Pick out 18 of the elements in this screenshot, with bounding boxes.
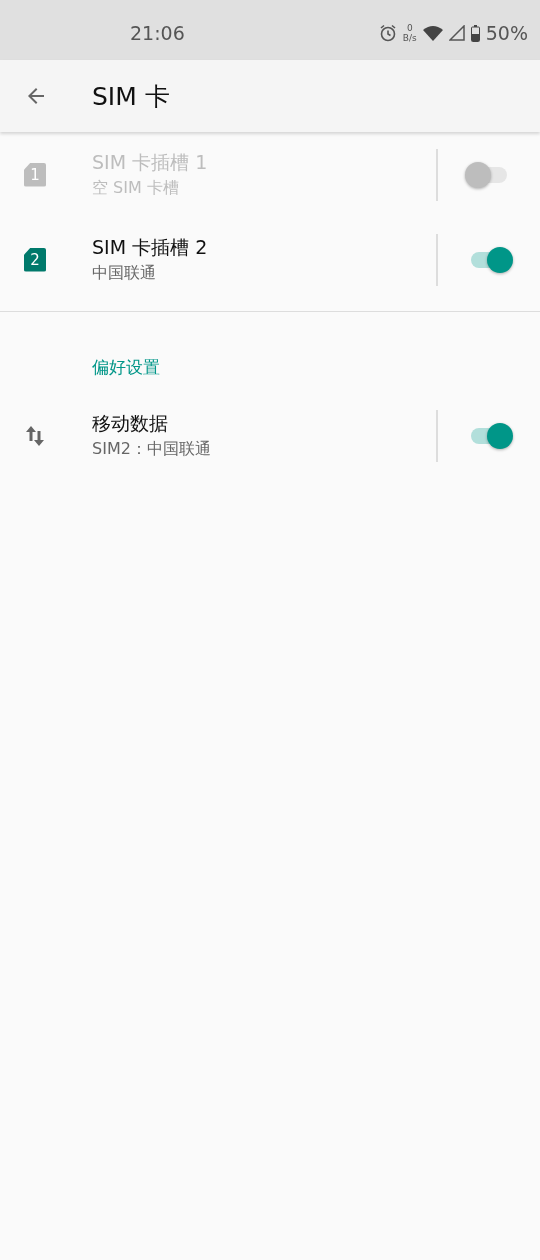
net-speed-value: 0 (406, 23, 413, 33)
status-time: 21:06 (130, 22, 185, 44)
item-subtitle: SIM2：中国联通 (92, 439, 212, 460)
item-subtitle: 空 SIM 卡槽 (92, 178, 180, 199)
sim-card-icon: 2 (24, 247, 46, 272)
alarm-icon (378, 24, 397, 42)
item-title: 移动数据 (92, 411, 169, 436)
item-subtitle: 中国联通 (92, 263, 157, 284)
page-title: SIM 卡 (92, 80, 170, 113)
sim-card-icon: 1 (24, 162, 46, 187)
net-speed-unit: B/s (402, 33, 417, 43)
battery-icon (470, 24, 480, 42)
battery-percent: 50% (485, 22, 528, 44)
section-header: 偏好设置 (91, 356, 161, 379)
wifi-icon (422, 25, 443, 41)
item-title: SIM 卡插槽 1 (92, 150, 209, 175)
signal-icon (448, 25, 465, 41)
item-title: SIM 卡插槽 2 (92, 235, 209, 260)
